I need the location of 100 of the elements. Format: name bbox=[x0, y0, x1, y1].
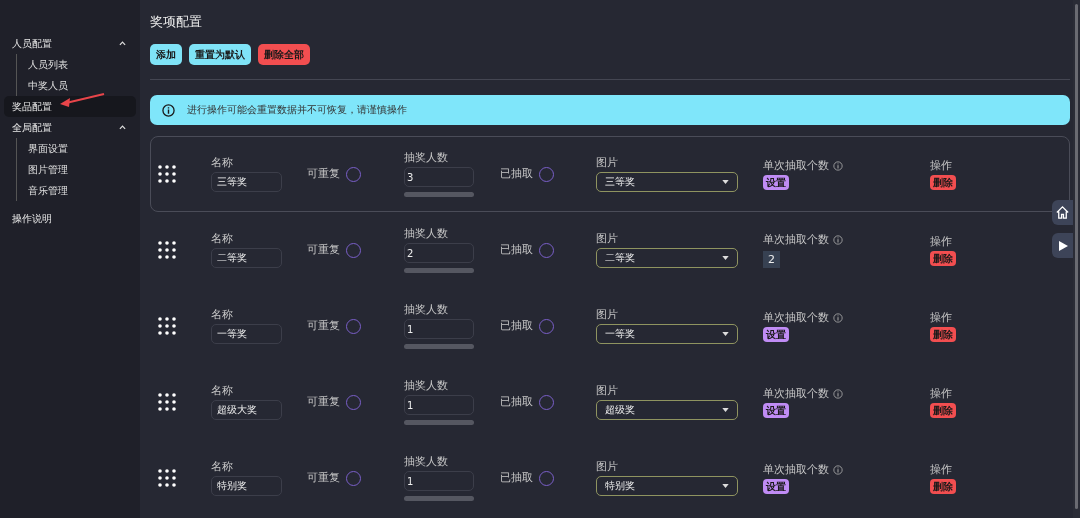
field-label: 抽奖人数 bbox=[404, 303, 448, 317]
field-label: 可重复 bbox=[307, 167, 340, 181]
alert-text: 进行操作可能会重置数据并不可恢复，请谨慎操作 bbox=[187, 103, 407, 117]
delete-button[interactable]: 删除 bbox=[930, 174, 956, 190]
field-label: 可重复 bbox=[307, 243, 340, 257]
field-label: 已抽取 bbox=[500, 395, 533, 409]
info-icon bbox=[833, 160, 843, 171]
field-label: 操作 bbox=[930, 310, 952, 325]
field-label: 图片 bbox=[596, 156, 618, 170]
set-button[interactable]: 设置 bbox=[763, 174, 789, 190]
field-label: 可重复 bbox=[307, 319, 340, 333]
field-label: 已抽取 bbox=[500, 471, 533, 485]
sidebar-subitem[interactable]: 人员列表 bbox=[28, 57, 68, 72]
toolbar-button[interactable]: 重置为默认 bbox=[189, 44, 251, 65]
field-label: 名称 bbox=[211, 308, 233, 322]
picture-select[interactable]: 超级奖 bbox=[596, 400, 738, 420]
name-input[interactable]: 特别奖 bbox=[211, 476, 282, 496]
delete-button[interactable]: 删除 bbox=[930, 402, 956, 418]
home-icon bbox=[1055, 205, 1070, 220]
field-label: 操作 bbox=[930, 234, 952, 249]
field-label: 抽奖人数 bbox=[404, 151, 448, 165]
field-label: 图片 bbox=[596, 460, 618, 474]
name-input[interactable]: 一等奖 bbox=[211, 324, 282, 344]
picture-select[interactable]: 一等奖 bbox=[596, 324, 738, 344]
count-input[interactable]: 2 bbox=[404, 243, 474, 263]
drag-handle-icon[interactable] bbox=[158, 317, 176, 335]
field-label: 操作 bbox=[930, 158, 952, 173]
delete-button[interactable]: 删除 bbox=[930, 478, 956, 494]
caret-icon bbox=[722, 180, 729, 184]
picture-select[interactable]: 特别奖 bbox=[596, 476, 738, 496]
field-label: 名称 bbox=[211, 156, 233, 170]
field-label: 图片 bbox=[596, 308, 618, 322]
field-label: 已抽取 bbox=[500, 167, 533, 181]
info-icon bbox=[833, 464, 843, 475]
sidebar-item[interactable]: 操作说明 bbox=[4, 208, 136, 229]
field-label: 单次抽取个数 bbox=[763, 386, 829, 401]
field-label: 名称 bbox=[211, 232, 233, 246]
name-input[interactable]: 超级大奖 bbox=[211, 400, 282, 420]
sidebar-subitem[interactable]: 中奖人员 bbox=[28, 78, 68, 93]
sidebar-subitem[interactable]: 图片管理 bbox=[28, 162, 68, 177]
field-label: 已抽取 bbox=[500, 243, 533, 257]
field-label: 单次抽取个数 bbox=[763, 462, 829, 477]
count-input[interactable]: 1 bbox=[404, 395, 474, 415]
slider-track[interactable] bbox=[404, 496, 474, 501]
page-title: 奖项配置 bbox=[150, 13, 203, 31]
field-label: 单次抽取个数 bbox=[763, 158, 829, 173]
sidebar-subitem[interactable]: 界面设置 bbox=[28, 141, 68, 156]
caret-icon bbox=[722, 332, 729, 336]
info-icon bbox=[833, 312, 843, 323]
drag-handle-icon[interactable] bbox=[158, 165, 176, 183]
toolbar-button[interactable]: 添加 bbox=[150, 44, 182, 65]
field-label: 图片 bbox=[596, 384, 618, 398]
field-label: 抽奖人数 bbox=[404, 227, 448, 241]
set-button[interactable]: 设置 bbox=[763, 326, 789, 342]
count-input[interactable]: 1 bbox=[404, 319, 474, 339]
info-icon bbox=[162, 103, 175, 117]
picture-select[interactable]: 三等奖 bbox=[596, 172, 738, 192]
play-button[interactable] bbox=[1052, 233, 1073, 258]
slider-track[interactable] bbox=[404, 192, 474, 197]
sidebar-item[interactable]: 奖品配置 bbox=[4, 96, 136, 117]
drag-handle-icon[interactable] bbox=[158, 393, 176, 411]
field-label: 单次抽取个数 bbox=[763, 232, 829, 247]
field-label: 单次抽取个数 bbox=[763, 310, 829, 325]
count-input[interactable]: 1 bbox=[404, 471, 474, 491]
picture-select[interactable]: 二等奖 bbox=[596, 248, 738, 268]
field-label: 名称 bbox=[211, 384, 233, 398]
slider-track[interactable] bbox=[404, 268, 474, 273]
set-button[interactable]: 设置 bbox=[763, 478, 789, 494]
field-label: 名称 bbox=[211, 460, 233, 474]
name-input[interactable]: 三等奖 bbox=[211, 172, 282, 192]
sidebar-item[interactable]: 全局配置 bbox=[4, 117, 136, 138]
toolbar-button[interactable]: 删除全部 bbox=[258, 44, 310, 65]
field-label: 可重复 bbox=[307, 395, 340, 409]
field-label: 抽奖人数 bbox=[404, 455, 448, 469]
sidebar-item[interactable]: 人员配置 bbox=[4, 33, 136, 54]
field-label: 操作 bbox=[930, 386, 952, 401]
caret-icon bbox=[722, 484, 729, 488]
set-button[interactable]: 设置 bbox=[763, 402, 789, 418]
delete-button[interactable]: 删除 bbox=[930, 250, 956, 266]
name-input[interactable]: 二等奖 bbox=[211, 248, 282, 268]
home-button[interactable] bbox=[1052, 200, 1073, 225]
play-icon bbox=[1056, 239, 1069, 252]
slider-track[interactable] bbox=[404, 420, 474, 425]
info-icon bbox=[833, 234, 843, 245]
field-label: 抽奖人数 bbox=[404, 379, 448, 393]
delete-button[interactable]: 删除 bbox=[930, 326, 956, 342]
slider-track[interactable] bbox=[404, 344, 474, 349]
field-label: 可重复 bbox=[307, 471, 340, 485]
count-value: 2 bbox=[763, 250, 780, 268]
sidebar-subitem[interactable]: 音乐管理 bbox=[28, 183, 68, 198]
drag-handle-icon[interactable] bbox=[158, 469, 176, 487]
field-label: 已抽取 bbox=[500, 319, 533, 333]
info-icon bbox=[833, 388, 843, 399]
field-label: 图片 bbox=[596, 232, 618, 246]
scrollbar[interactable] bbox=[1073, 0, 1080, 518]
drag-handle-icon[interactable] bbox=[158, 241, 176, 259]
caret-icon bbox=[722, 408, 729, 412]
caret-icon bbox=[722, 256, 729, 260]
field-label: 操作 bbox=[930, 462, 952, 477]
count-input[interactable]: 3 bbox=[404, 167, 474, 187]
